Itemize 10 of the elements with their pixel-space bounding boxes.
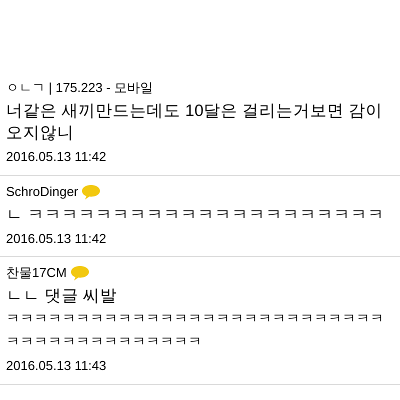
comment-date: 2016.05.13 11:42 <box>6 230 108 248</box>
comment-author: 찬물17CM <box>6 264 67 282</box>
comment-text: ㅋㅋㅋㅋㅋㅋㅋㅋㅋㅋㅋㅋㅋㅋㅋㅋㅋㅋㅋㅋㅋㅋㅋㅋㅋㅋㅋㅋㅋㅋㅋㅋㅋㅋㅋㅋㅋㅋㅋㅋㅋ <box>6 309 385 351</box>
comment-author: SchroDinger <box>6 182 78 201</box>
comment-date: 2016.05.13 11:43 <box>6 357 108 375</box>
comment-text: 너같은 새끼만드는데도 10달은 걸리는거보면 감이 오지않니 <box>6 101 384 144</box>
comment-text: ㄴㄴ 댓글 씨발 <box>6 286 118 307</box>
comment-text: ㄴ ㅋㅋㅋㅋㅋㅋㅋㅋㅋㅋㅋㅋㅋㅋㅋㅋㅋㅋㅋㅋㅋ <box>6 204 386 226</box>
comment-author: ㅇㄴㄱ | 175.223 - 모바일 <box>6 79 154 98</box>
comment-date: 2016.05.13 11:42 <box>6 148 108 166</box>
